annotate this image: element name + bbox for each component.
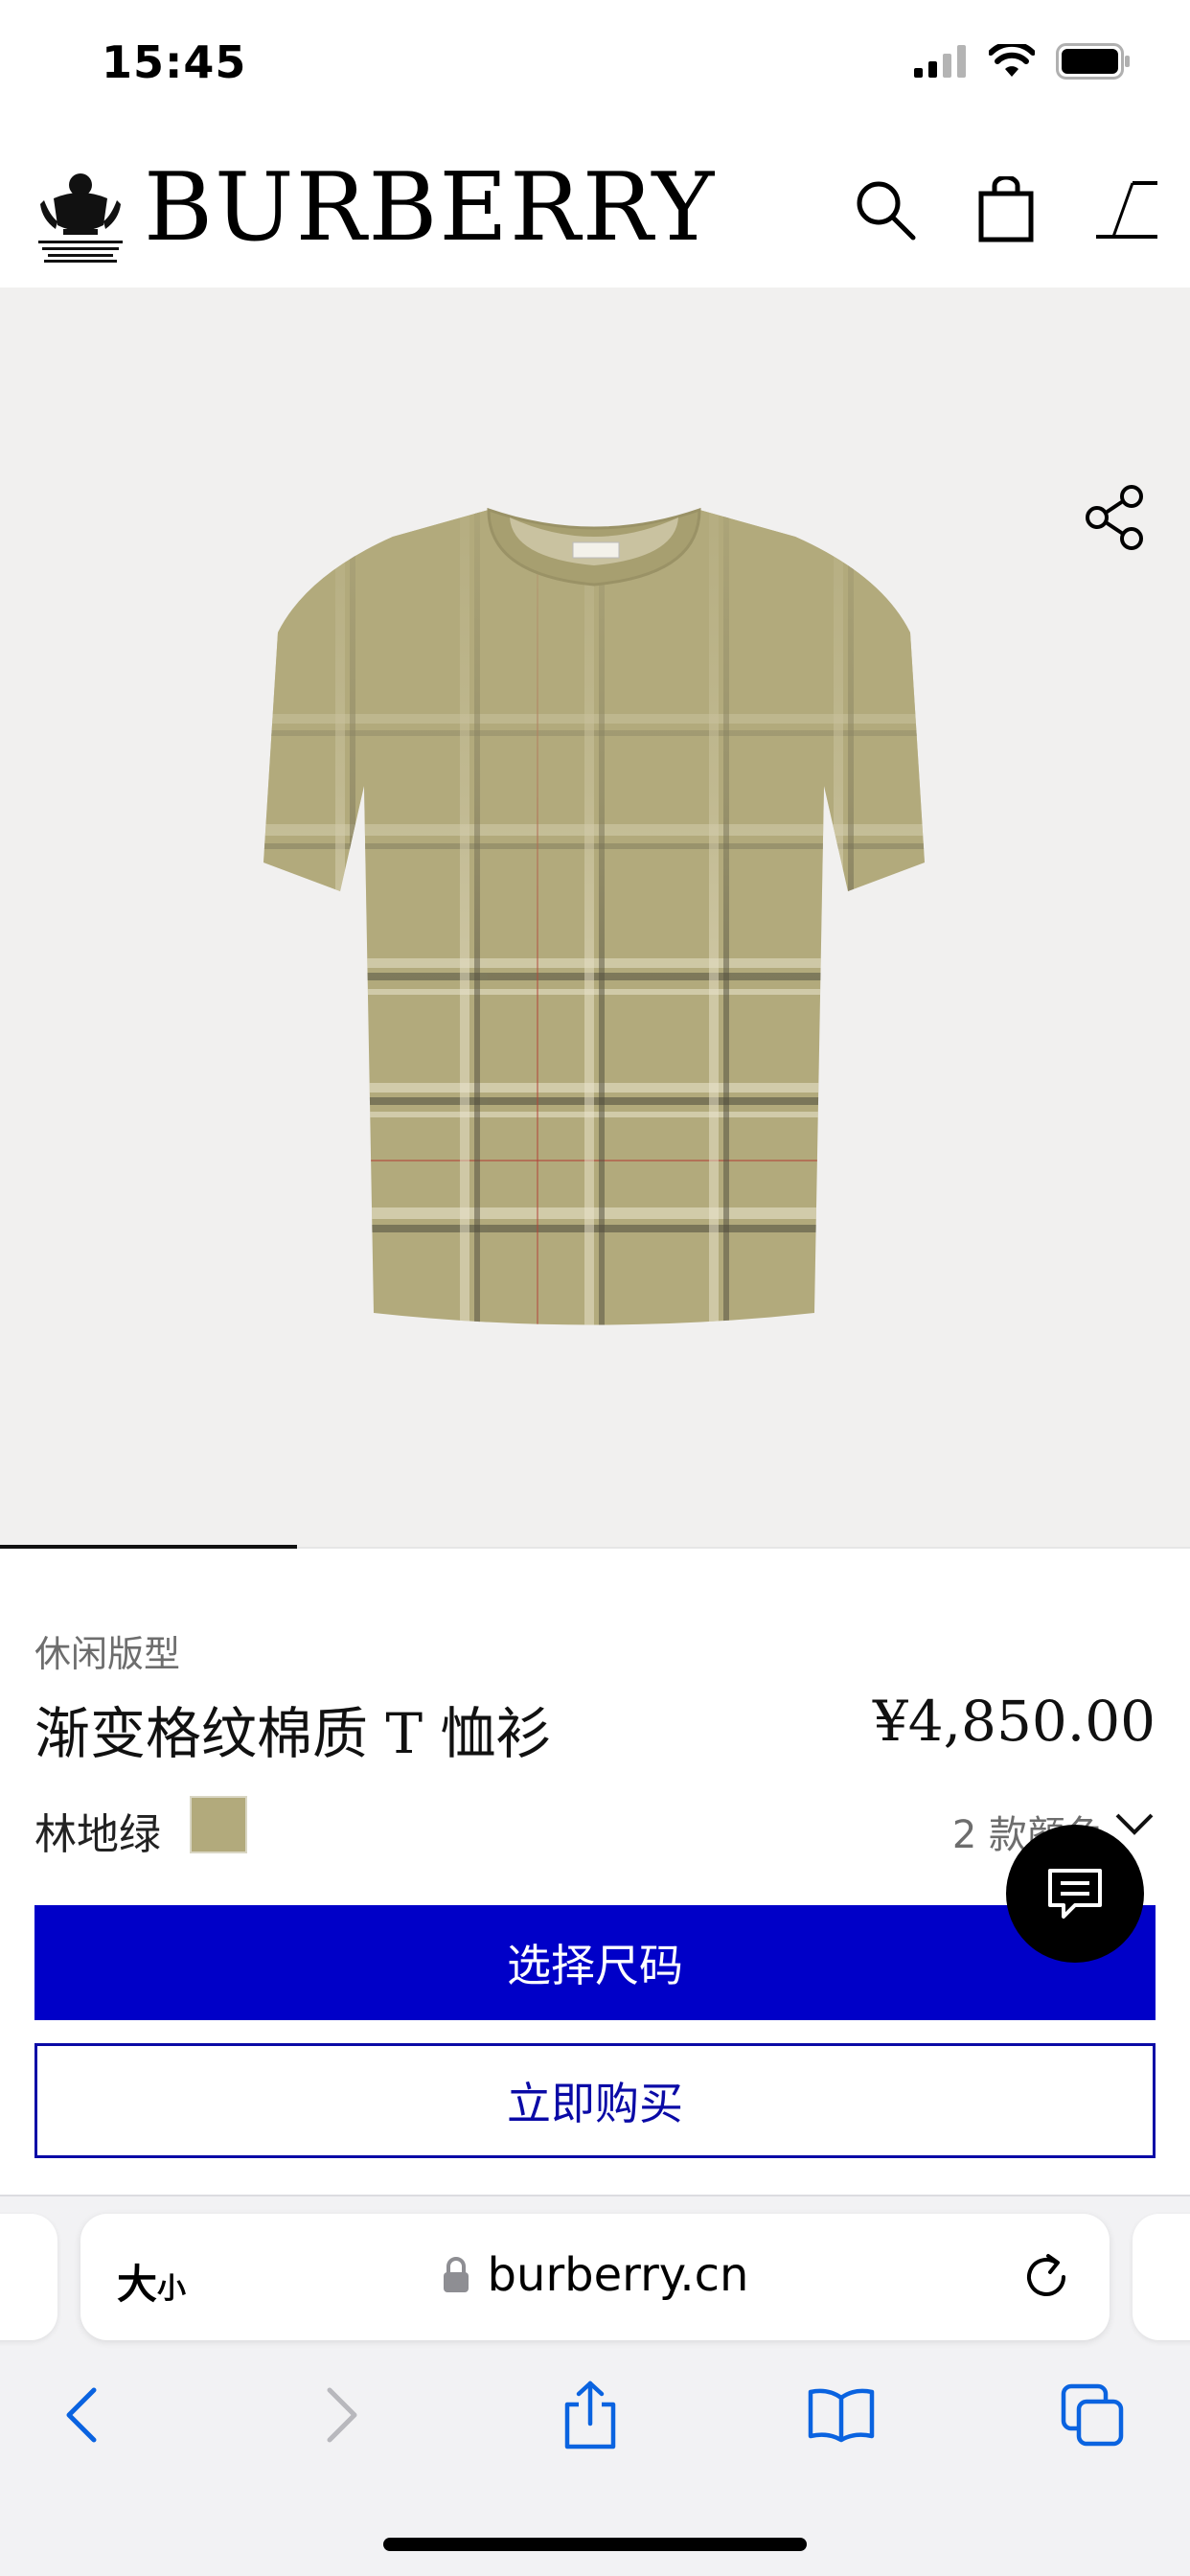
product-title: 渐变格纹棉质 T 恤衫	[34, 1701, 552, 1766]
back-icon	[66, 2387, 97, 2443]
product-image-gallery[interactable]	[0, 288, 1190, 1548]
bookmarks-button[interactable]	[793, 2367, 889, 2463]
next-tab-peek[interactable]	[1133, 2214, 1190, 2340]
search-button[interactable]	[847, 172, 924, 248]
selected-color-name: 林地绿	[34, 1810, 161, 1859]
gallery-progress-indicator	[0, 1545, 297, 1549]
menu-button[interactable]	[1088, 172, 1165, 248]
url-text: burberry.cn	[487, 2248, 749, 2302]
chat-button[interactable]	[1006, 1825, 1144, 1963]
chevron-down-icon[interactable]	[1113, 1809, 1156, 1838]
share-sheet-button[interactable]	[542, 2367, 638, 2463]
battery-icon	[1056, 43, 1130, 80]
forward-button[interactable]	[293, 2367, 389, 2463]
color-swatch[interactable]	[190, 1796, 247, 1853]
site-header: BURBERRY	[0, 129, 1190, 288]
product-price: ¥4,850.00	[872, 1689, 1156, 1754]
lock-icon	[443, 2257, 469, 2292]
share-icon	[1086, 485, 1143, 550]
shopping-bag-button[interactable]	[968, 172, 1044, 248]
forward-icon	[327, 2387, 357, 2443]
previous-tab-peek[interactable]	[0, 2214, 57, 2340]
royal-warrant-crest	[38, 173, 123, 263]
address-bar[interactable]: 大小 burberry.cn	[80, 2214, 1110, 2340]
select-size-button[interactable]: 选择尺码	[34, 1905, 1156, 2020]
wifi-icon	[989, 44, 1035, 77]
home-indicator	[383, 2538, 807, 2551]
shopping-bag-icon	[978, 176, 1034, 242]
buy-now-button[interactable]: 立即购买	[34, 2043, 1156, 2158]
book-icon	[808, 2388, 875, 2443]
tabs-icon	[1061, 2383, 1124, 2447]
back-button[interactable]	[34, 2367, 130, 2463]
menu-icon	[1096, 181, 1157, 239]
tabs-button[interactable]	[1044, 2367, 1140, 2463]
share-sheet-icon	[564, 2380, 616, 2450]
status-icons	[914, 42, 1133, 80]
brand-logo[interactable]: BURBERRY	[144, 154, 716, 263]
browser-toolbar	[0, 2367, 1190, 2463]
search-icon	[857, 181, 916, 241]
status-bar: 15:45	[0, 0, 1190, 129]
cellular-signal-icon	[914, 45, 966, 78]
url-display[interactable]: burberry.cn	[80, 2248, 1110, 2302]
share-button[interactable]	[1077, 479, 1154, 556]
product-fit-label: 休闲版型	[34, 1633, 181, 1675]
chat-icon	[1048, 1869, 1102, 1919]
status-time: 15:45	[102, 36, 247, 88]
reload-icon[interactable]	[1018, 2248, 1075, 2306]
product-image-tshirt	[263, 507, 925, 1325]
